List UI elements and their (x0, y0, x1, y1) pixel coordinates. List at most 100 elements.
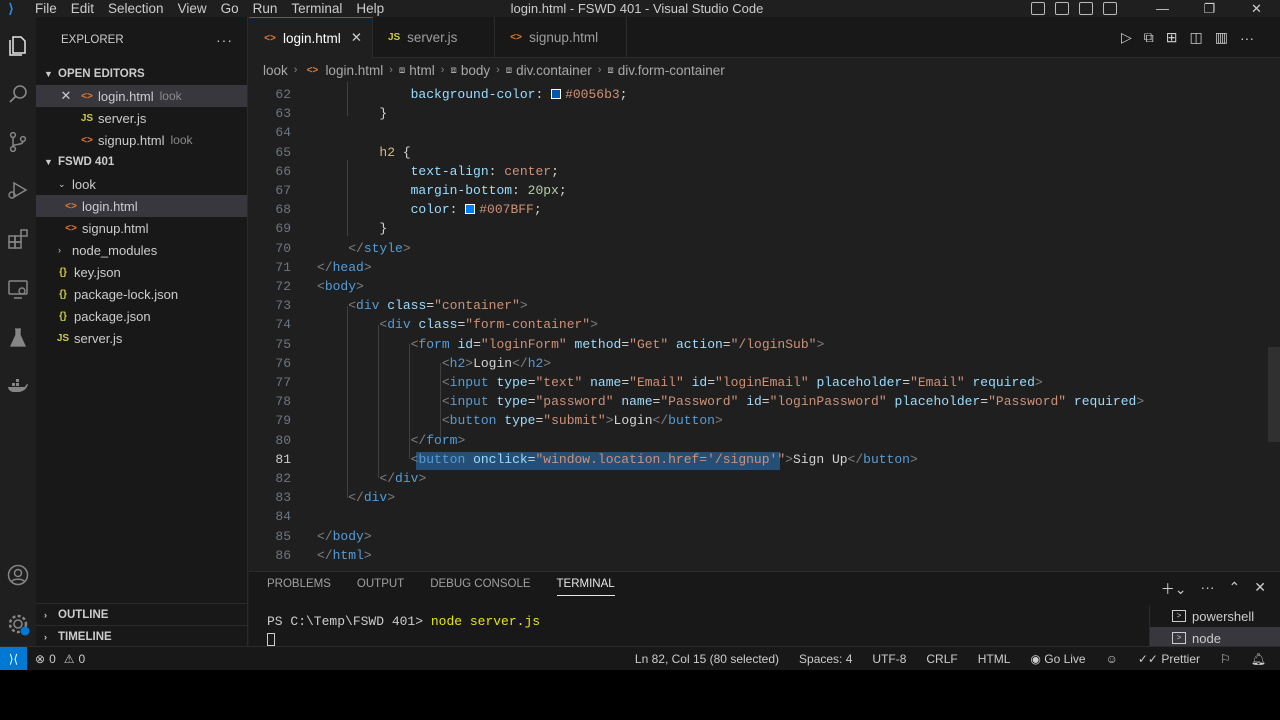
code-line[interactable]: <form id="loginForm" method="Get" action… (317, 337, 825, 352)
extensions-icon[interactable] (3, 224, 33, 254)
remote-indicator-icon[interactable]: ⟩⟨ (0, 647, 27, 670)
close-window-icon[interactable]: ✕ (1233, 1, 1280, 17)
split-editor-icon[interactable]: ▥ (1215, 29, 1228, 46)
code-line[interactable]: <h2>Login</h2> (317, 356, 551, 371)
run-file-icon[interactable]: ▷ (1121, 29, 1132, 46)
feedback-icon[interactable]: ⚐ (1220, 652, 1231, 666)
code-line[interactable]: <div class="container"> (317, 298, 528, 313)
code-line[interactable]: </div> (317, 471, 426, 486)
tree-file-login[interactable]: <> login.html (36, 195, 247, 217)
problems-indicator[interactable]: ⊗ 0 ⚠ 0 (35, 652, 85, 666)
menu-edit[interactable]: Edit (64, 1, 101, 16)
tab-server-js[interactable]: JS server.js (373, 17, 496, 58)
menu-terminal[interactable]: Terminal (284, 1, 349, 16)
close-editor-icon[interactable]: ✕ (58, 88, 74, 104)
manage-gear-icon[interactable] (3, 609, 33, 639)
minimize-icon[interactable]: — (1139, 1, 1186, 17)
close-tab-icon[interactable]: ✕ (351, 30, 362, 46)
remote-explorer-icon[interactable] (3, 274, 33, 304)
tab-signup-html[interactable]: <> signup.html (495, 17, 628, 58)
open-editor-item[interactable]: ✕ <> login.html look (36, 85, 247, 107)
breadcrumb-item[interactable]: div.container (516, 63, 592, 78)
code-line[interactable]: </div> (317, 490, 395, 505)
timeline-section[interactable]: › TIMELINE (36, 625, 248, 647)
outline-section[interactable]: › OUTLINE (36, 603, 248, 625)
terminal-output[interactable]: PS C:\Temp\FSWD 401> node server.js (267, 614, 540, 629)
go-live-button[interactable]: ◉ Go Live (1030, 652, 1085, 666)
open-preview-icon[interactable]: ⧉ (1144, 29, 1154, 46)
code-editor[interactable]: 62 background-color: #0056b3; 63 } 64 65 h2… (249, 82, 1280, 571)
color-swatch[interactable] (551, 89, 562, 99)
close-panel-icon[interactable]: ✕ (1254, 579, 1266, 599)
menu-run[interactable]: Run (246, 1, 285, 16)
menu-file[interactable]: File (22, 1, 64, 16)
code-line[interactable]: } (317, 106, 387, 121)
menu-selection[interactable]: Selection (101, 1, 171, 16)
code-line[interactable]: <button onclick="window.location.href='/… (317, 452, 918, 467)
code-line[interactable]: margin-bottom: 20px; (317, 183, 567, 198)
maximize-panel-icon[interactable]: ⌃ (1229, 579, 1241, 599)
code-line[interactable]: <input type="password" name="Password" i… (317, 394, 1144, 409)
tab-debug-console[interactable]: DEBUG CONSOLE (430, 578, 530, 596)
breadcrumb-item[interactable]: body (461, 63, 490, 78)
code-line[interactable]: </head> (317, 260, 372, 275)
open-editors-section[interactable]: ▼ OPEN EDITORS (36, 63, 247, 85)
menu-view[interactable]: View (171, 1, 214, 16)
breadcrumb-item[interactable]: login.html (325, 63, 383, 78)
breadcrumb-item[interactable]: html (409, 63, 435, 78)
accounts-icon[interactable] (3, 560, 33, 590)
code-line[interactable]: <body> (317, 279, 364, 294)
testing-flask-icon[interactable] (3, 323, 33, 353)
tree-folder-node-modules[interactable]: › node_modules (36, 239, 247, 261)
tab-output[interactable]: OUTPUT (357, 578, 404, 596)
editor-scrollbar[interactable] (1268, 347, 1280, 442)
toggle-panel-icon[interactable] (1055, 2, 1069, 15)
code-line[interactable]: h2 { (317, 145, 410, 160)
prettier-button[interactable]: ✓✓ Prettier (1138, 652, 1200, 666)
run-debug-icon[interactable] (3, 175, 33, 205)
tab-problems[interactable]: PROBLEMS (267, 578, 331, 596)
docker-icon[interactable] (3, 371, 33, 401)
code-line[interactable]: background-color: #0056b3; (317, 87, 628, 102)
workspace-section[interactable]: ▼ FSWD 401 (36, 151, 247, 173)
language-mode[interactable]: HTML (978, 652, 1011, 666)
explorer-icon[interactable] (3, 31, 33, 61)
menu-go[interactable]: Go (214, 1, 246, 16)
tree-file-server-js[interactable]: JS server.js (36, 327, 247, 349)
tree-file-package-json[interactable]: {} package.json (36, 305, 247, 327)
customize-layout-icon[interactable] (1103, 2, 1117, 15)
menu-help[interactable]: Help (349, 1, 391, 16)
code-line[interactable]: </html> (317, 548, 372, 563)
code-line[interactable]: color: #007BFF; (317, 202, 542, 217)
restore-icon[interactable]: ❐ (1186, 1, 1233, 17)
code-line[interactable]: </style> (317, 241, 410, 256)
split-view-icon[interactable]: ⊞ (1166, 29, 1178, 46)
compare-icon[interactable]: ◫ (1190, 29, 1203, 46)
toggle-primary-sidebar-icon[interactable] (1031, 2, 1045, 15)
code-line[interactable]: </body> (317, 529, 372, 544)
explorer-more-icon[interactable]: ··· (216, 32, 233, 48)
open-editor-item[interactable]: JS server.js (36, 107, 247, 129)
panel-more-icon[interactable]: ··· (1201, 579, 1215, 599)
notifications-bell-icon[interactable]: 🔔︎ (1251, 652, 1266, 666)
code-line[interactable]: </form> (317, 433, 466, 448)
terminal-item-powershell[interactable]: > powershell (1150, 605, 1280, 627)
tree-folder-look[interactable]: ⌄ look (36, 173, 247, 195)
more-actions-icon[interactable]: ··· (1240, 30, 1254, 46)
search-icon[interactable] (3, 79, 33, 109)
color-swatch[interactable] (465, 204, 476, 215)
tree-file-package-lock[interactable]: {} package-lock.json (36, 283, 247, 305)
new-terminal-icon[interactable]: ＋⌄ (1161, 579, 1187, 599)
encoding[interactable]: UTF-8 (872, 652, 906, 666)
tree-file-key-json[interactable]: {} key.json (36, 261, 247, 283)
breadcrumb-item[interactable]: look (263, 63, 288, 78)
line-ending[interactable]: CRLF (926, 652, 957, 666)
code-line[interactable]: } (317, 221, 387, 236)
copilot-icon[interactable]: ☺ (1106, 652, 1118, 666)
tab-login-html[interactable]: <> login.html ✕ (249, 17, 374, 58)
cursor-position[interactable]: Ln 82, Col 15 (80 selected) (635, 652, 779, 666)
code-line[interactable]: <input type="text" name="Email" id="logi… (317, 375, 1043, 390)
code-line[interactable]: <button type="submit">Login</button> (317, 413, 723, 428)
open-editor-item[interactable]: <> signup.html look (36, 129, 247, 151)
code-line[interactable]: <div class="form-container"> (317, 317, 598, 332)
